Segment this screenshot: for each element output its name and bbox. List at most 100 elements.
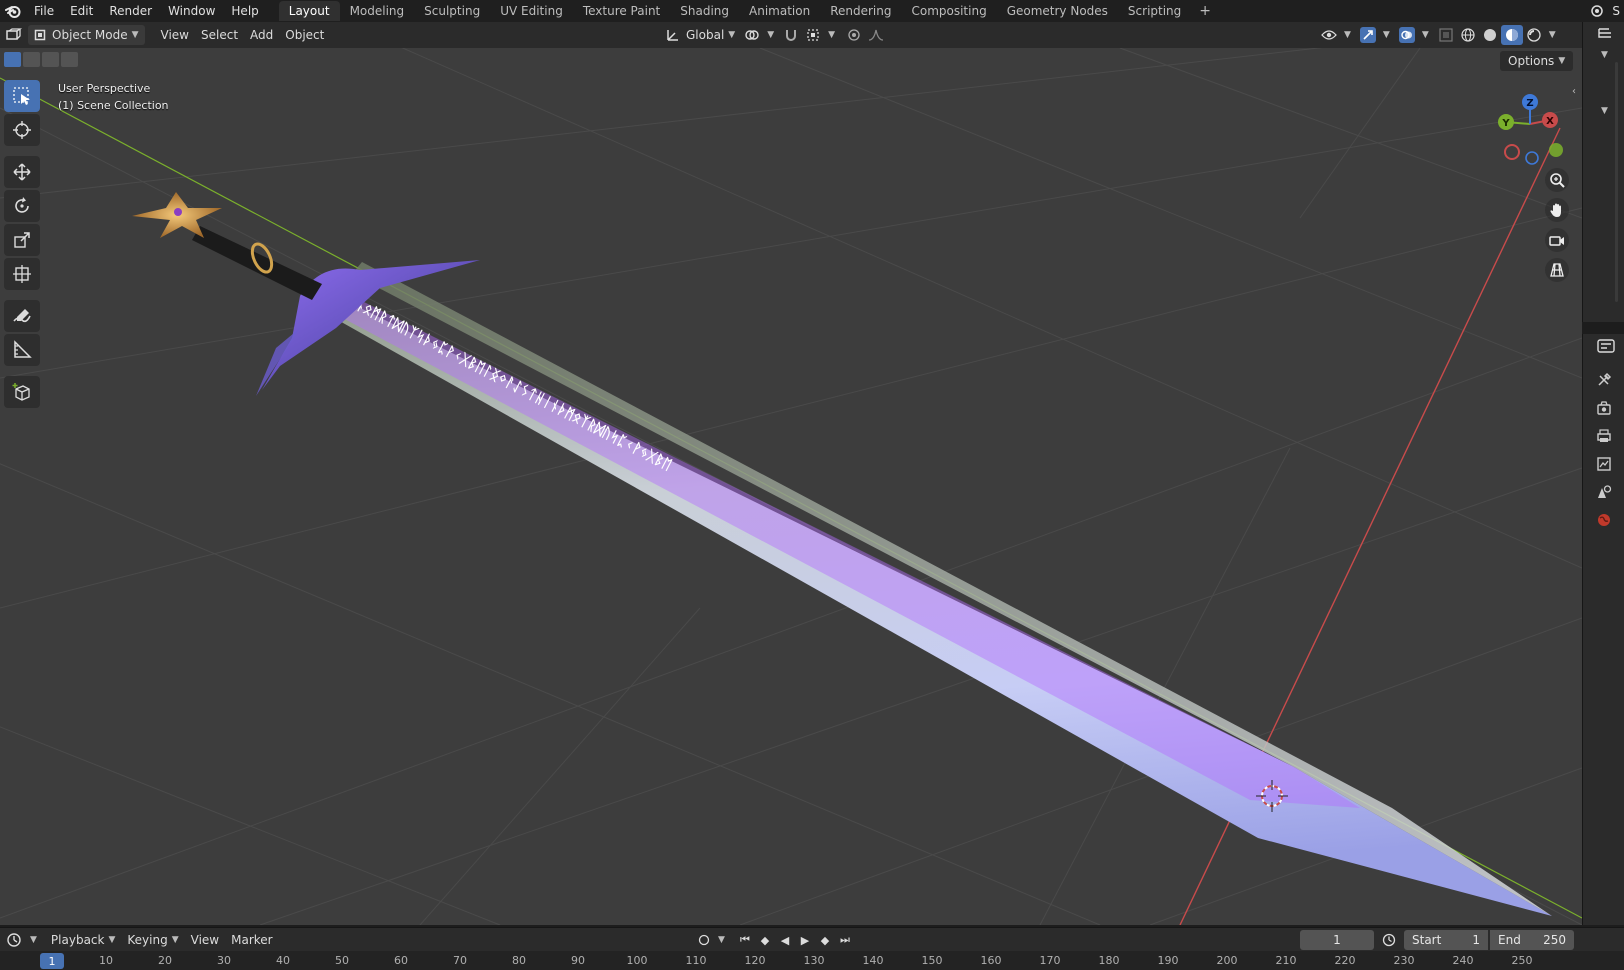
chevron-down-icon[interactable]: ▼ [1601, 106, 1608, 116]
timeline-view-menu[interactable]: View [185, 930, 225, 950]
menu-help[interactable]: Help [223, 0, 266, 22]
select-extend-button[interactable] [23, 52, 40, 67]
tool-annotate[interactable] [4, 300, 40, 332]
chevron-down-icon[interactable]: ▼ [1344, 30, 1351, 40]
snap-magnet-icon[interactable] [780, 25, 802, 45]
tool-measure[interactable] [4, 334, 40, 366]
outliner-editor-icon[interactable] [1595, 24, 1617, 44]
transform-orientation-dropdown[interactable]: Global ▼ [660, 25, 741, 45]
chevron-down-icon[interactable]: ▼ [1422, 30, 1429, 40]
chevron-down-icon[interactable]: ▼ [30, 935, 37, 945]
end-frame-field[interactable]: End 250 [1490, 930, 1574, 950]
chevron-down-icon[interactable]: ▼ [718, 935, 725, 945]
properties-editor-icon[interactable] [1595, 336, 1617, 356]
chevron-down-icon[interactable]: ▼ [828, 30, 835, 40]
jump-to-prev-keyframe-icon[interactable]: ◆ [755, 930, 775, 950]
camera-view-button[interactable] [1545, 228, 1569, 252]
menu-object[interactable]: Object [279, 25, 330, 45]
playhead-frame-marker[interactable]: 1 [40, 953, 64, 969]
menu-select[interactable]: Select [195, 25, 244, 45]
select-subtract-button[interactable] [42, 52, 59, 67]
tab-scripting[interactable]: Scripting [1118, 1, 1191, 21]
play-icon[interactable]: ▶ [795, 930, 815, 950]
options-dropdown[interactable]: Options ▼ [1500, 51, 1574, 71]
gizmo-neg-x-handle[interactable] [1504, 144, 1520, 160]
timeline-editor-icon[interactable] [4, 930, 26, 950]
tab-shading[interactable]: Shading [670, 1, 739, 21]
playback-menu[interactable]: Playback ▼ [45, 930, 121, 950]
add-workspace-button[interactable]: + [1191, 3, 1219, 19]
view-layer-properties-tab[interactable] [1591, 452, 1617, 476]
zoom-view-button[interactable] [1545, 168, 1569, 192]
chevron-down-icon[interactable]: ▼ [1549, 30, 1556, 40]
tab-sculpting[interactable]: Sculpting [414, 1, 490, 21]
sword-model[interactable]: ᚠᛁᚾᛟᛗᚱᛏᛞᚢᛉᛋᚦᛃᛈᚹᚲᚷᛒᛖᛚᛝᛜᚨᛇᛊᛏᚺᛁᚾᚦᛗᛟᛉᚱᛞᚢᛋᛈᚲᚹ… [132, 192, 1552, 916]
menu-edit[interactable]: Edit [62, 0, 101, 22]
tab-rendering[interactable]: Rendering [820, 1, 901, 21]
scene-selector-icon[interactable] [1586, 1, 1608, 21]
3d-viewport[interactable]: ᚠᛁᚾᛟᛗᚱᛏᛞᚢᛉᛋᚦᛃᛈᚹᚲᚷᛒᛖᛚᛝᛜᚨᛇᛊᛏᚺᛁᚾᚦᛗᛟᛉᚱᛞᚢᛋᛈᚲᚹ… [0, 48, 1582, 925]
tab-layout[interactable]: Layout [278, 1, 340, 21]
shading-solid-icon[interactable] [1479, 25, 1501, 45]
sidebar-toggle-arrow-icon[interactable]: ‹ [1572, 86, 1576, 97]
tab-geometry-nodes[interactable]: Geometry Nodes [997, 1, 1118, 21]
scene-properties-tab[interactable] [1591, 480, 1617, 504]
timeline-marker-menu[interactable]: Marker [225, 930, 278, 950]
menu-add[interactable]: Add [244, 25, 279, 45]
gizmo-toggle-icon[interactable] [1357, 25, 1379, 45]
shading-material-icon[interactable] [1500, 25, 1523, 45]
snap-target-icon[interactable] [802, 25, 824, 45]
jump-to-end-icon[interactable]: ⏭ [835, 930, 855, 950]
keying-menu[interactable]: Keying ▼ [121, 930, 184, 950]
output-properties-tab[interactable] [1591, 424, 1617, 448]
xray-toggle-icon[interactable] [1435, 25, 1457, 45]
tool-transform[interactable] [4, 258, 40, 290]
gizmo-neg-z-handle[interactable] [1525, 151, 1539, 165]
chevron-down-icon[interactable]: ▼ [767, 30, 774, 40]
tool-move[interactable] [4, 156, 40, 188]
tool-scale[interactable] [4, 224, 40, 256]
pan-view-button[interactable] [1545, 198, 1569, 222]
select-intersect-button[interactable] [61, 52, 78, 67]
tab-compositing[interactable]: Compositing [901, 1, 996, 21]
scene-name-label[interactable]: S [1608, 0, 1624, 22]
blender-logo-icon[interactable] [0, 0, 26, 22]
tab-animation[interactable]: Animation [739, 1, 820, 21]
tool-cursor[interactable] [4, 114, 40, 146]
gizmo-neg-y-handle[interactable] [1549, 143, 1563, 157]
tab-uv-editing[interactable]: UV Editing [490, 1, 573, 21]
chevron-down-icon[interactable]: ▼ [1383, 30, 1390, 40]
tab-modeling[interactable]: Modeling [340, 1, 415, 21]
start-frame-field[interactable]: Start 1 [1404, 930, 1488, 950]
render-properties-tab[interactable] [1591, 396, 1617, 420]
tool-select-box[interactable] [4, 80, 40, 112]
ortho-toggle-button[interactable] [1545, 258, 1569, 282]
mode-dropdown[interactable]: Object Mode ▼ [28, 25, 145, 45]
navigation-gizmo[interactable]: X Y Z [1498, 94, 1563, 165]
tool-add-cube[interactable] [4, 376, 40, 408]
menu-render[interactable]: Render [101, 0, 160, 22]
jump-to-start-icon[interactable]: ⏮ [735, 930, 755, 950]
shading-rendered-icon[interactable] [1523, 25, 1545, 45]
falloff-curve-icon[interactable] [865, 25, 887, 45]
world-properties-tab[interactable] [1591, 508, 1617, 532]
tab-texture-paint[interactable]: Texture Paint [573, 1, 670, 21]
menu-file[interactable]: File [26, 0, 62, 22]
properties-area[interactable] [1582, 334, 1624, 925]
visibility-eye-icon[interactable] [1318, 25, 1340, 45]
preview-range-clock-icon[interactable] [1378, 930, 1400, 950]
jump-to-next-keyframe-icon[interactable]: ◆ [815, 930, 835, 950]
current-frame-field[interactable]: 1 [1300, 930, 1374, 950]
overlays-toggle-icon[interactable] [1396, 25, 1418, 45]
menu-window[interactable]: Window [160, 0, 223, 22]
pivot-point-icon[interactable] [741, 25, 763, 45]
outliner-scrollbar[interactable] [1615, 62, 1618, 302]
tool-rotate[interactable] [4, 190, 40, 222]
tool-settings-tab[interactable] [1591, 368, 1617, 392]
shading-wireframe-icon[interactable] [1457, 25, 1479, 45]
play-reverse-icon[interactable]: ◀ [775, 930, 795, 950]
editor-type-icon[interactable] [4, 25, 26, 45]
menu-view[interactable]: View [155, 25, 195, 45]
select-new-button[interactable] [4, 52, 21, 67]
outliner-area[interactable]: ▼ ▼ [1582, 22, 1624, 322]
